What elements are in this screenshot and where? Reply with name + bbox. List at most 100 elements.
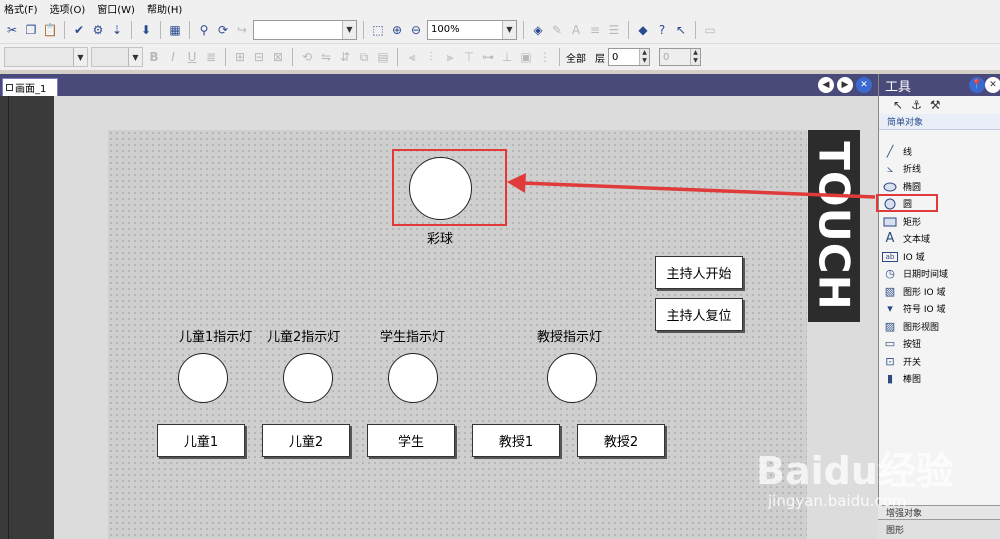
zoom-area-icon[interactable]: ⬚ — [370, 21, 386, 39]
window-icon[interactable]: ▭ — [702, 21, 718, 39]
goto-icon[interactable]: ↪ — [234, 21, 250, 39]
binoculars-icon[interactable]: ⚲ — [196, 21, 212, 39]
toolbar-separator — [292, 48, 293, 66]
align-bottom-icon[interactable]: ⊥ — [499, 48, 515, 66]
menu-help[interactable]: 帮助(H) — [147, 1, 182, 16]
tool-item-rectangle[interactable]: 矩形 — [882, 213, 921, 230]
screen-icon[interactable]: ▦ — [167, 21, 183, 39]
indicator-circle-child2[interactable] — [283, 353, 333, 403]
tool-item-switch[interactable]: ⊡ 开关 — [882, 353, 921, 370]
tool-item-datetime-field[interactable]: ◷ 日期时间域 — [882, 265, 948, 282]
indicator-circle-student[interactable] — [388, 353, 438, 403]
align-top-icon[interactable]: ⊤ — [461, 48, 477, 66]
align-middle-icon[interactable]: ⊶ — [480, 48, 496, 66]
compile-icon[interactable]: ⚙ — [90, 21, 106, 39]
tab-label: 画面_1 — [15, 84, 47, 95]
wrench-icon[interactable]: ⚒ — [930, 98, 941, 112]
italic-icon[interactable]: I — [165, 48, 181, 66]
menu-window[interactable]: 窗口(W) — [97, 1, 135, 16]
toolbar-separator — [397, 48, 398, 66]
tool-item-line[interactable]: ╱ 线 — [882, 143, 912, 160]
rotate-icon[interactable]: ⟲ — [299, 48, 315, 66]
transfer-icon[interactable]: ⇣ — [109, 21, 125, 39]
tab-next-icon[interactable]: ▶ — [837, 77, 853, 93]
order-icon[interactable]: ⧉ — [356, 48, 372, 66]
tab-screen-1[interactable]: 画面_1 — [2, 78, 58, 96]
caiqiu-label[interactable]: 彩球 — [427, 228, 453, 247]
zoom-out-icon[interactable]: ⊖ — [408, 21, 424, 39]
toolbar-separator — [559, 48, 560, 66]
menu-options[interactable]: 选项(O) — [50, 1, 86, 16]
align-center-icon[interactable]: ⫶ — [423, 48, 439, 66]
pointer-icon[interactable]: ↖ — [893, 98, 903, 112]
check-icon[interactable]: ✔ — [71, 21, 87, 39]
layer-stepper-2[interactable]: 0 ▲ ▼ — [659, 48, 701, 66]
button-host-reset[interactable]: 主持人复位 — [655, 298, 743, 331]
close-icon[interactable]: ✕ — [985, 77, 1000, 93]
mirror-icon[interactable]: ⇵ — [337, 48, 353, 66]
indicator-label-child1[interactable]: 儿童1指示灯 — [179, 326, 252, 345]
distribute-icon[interactable]: ⋮ — [537, 48, 553, 66]
group-icon[interactable]: ⊞ — [232, 48, 248, 66]
indicator-label-professor[interactable]: 教授指示灯 — [537, 326, 602, 345]
tool-item-graphic-io-field[interactable]: ▧ 图形 IO 域 — [882, 283, 946, 300]
object-select-dropdown[interactable]: ▼ — [253, 19, 357, 40]
align-left-icon[interactable]: ⫷ — [404, 48, 420, 66]
cut-icon[interactable]: ✂ — [4, 21, 20, 39]
switch-icon: ⊡ — [885, 355, 895, 368]
group-edit-icon[interactable]: ⊠ — [270, 48, 286, 66]
button-professor2[interactable]: 教授2 — [577, 424, 665, 457]
pin-icon[interactable]: 📍 — [969, 77, 985, 93]
tools-section-simple-objects[interactable]: 简单对象 — [879, 114, 1000, 130]
button-child1[interactable]: 儿童1 — [157, 424, 245, 457]
underline-icon[interactable]: U — [184, 48, 200, 66]
tool-item-bar[interactable]: ▮ 棒图 — [882, 370, 921, 387]
library-icon[interactable]: ◆ — [635, 21, 651, 39]
ungroup-icon[interactable]: ⊟ — [251, 48, 267, 66]
line-style-icon[interactable]: ≡ — [587, 21, 603, 39]
indicator-label-child2[interactable]: 儿童2指示灯 — [267, 326, 340, 345]
tool-item-button[interactable]: ▭ 按钮 — [882, 335, 921, 352]
toolbar-row-1: ✂ ❐ 📋 ✔ ⚙ ⇣ ⬇ ▦ ⚲ ⟳ ↪ ▼ ⬚ ⊕ ⊖ 100% ▼ ◈ ✎ … — [0, 16, 1000, 44]
indicator-circle-professor[interactable] — [547, 353, 597, 403]
button-student[interactable]: 学生 — [367, 424, 455, 457]
zoom-in-icon[interactable]: ⊕ — [389, 21, 405, 39]
same-size-icon[interactable]: ▣ — [518, 48, 534, 66]
indicator-label-student[interactable]: 学生指示灯 — [380, 326, 445, 345]
tools-section-graphics[interactable]: 图形 — [878, 519, 1000, 539]
button-child2[interactable]: 儿童2 — [262, 424, 350, 457]
line-width-icon[interactable]: ☰ — [606, 21, 622, 39]
tab-prev-icon[interactable]: ◀ — [818, 77, 834, 93]
button-host-start[interactable]: 主持人开始 — [655, 256, 743, 289]
tool-item-symbolic-io-field[interactable]: ▾ 符号 IO 域 — [882, 300, 945, 317]
object-icon[interactable]: ⚓ — [911, 98, 922, 112]
flip-icon[interactable]: ⇋ — [318, 48, 334, 66]
button-professor1[interactable]: 教授1 — [472, 424, 560, 457]
tool-item-polyline[interactable]: ⦣ 折线 — [882, 160, 921, 177]
tool-item-graphic-view[interactable]: ▨ 图形视图 — [882, 318, 939, 335]
font-size-dropdown[interactable]: ▼ — [91, 47, 143, 67]
indicator-circle-child1[interactable] — [178, 353, 228, 403]
menu-format[interactable]: 格式(F) — [4, 1, 38, 16]
help-pointer-icon[interactable]: ↖ — [673, 21, 689, 39]
tool-item-text-field[interactable]: A 文本域 — [882, 230, 930, 247]
tools-title: 工具 — [885, 79, 912, 95]
copy-icon[interactable]: ❐ — [23, 21, 39, 39]
download-icon[interactable]: ⬇ — [138, 21, 154, 39]
align-icon[interactable]: ≣ — [203, 48, 219, 66]
font-family-dropdown[interactable]: ▼ — [4, 47, 88, 67]
replace-icon[interactable]: ⟳ — [215, 21, 231, 39]
help-icon[interactable]: ? — [654, 21, 670, 39]
to-front-icon[interactable]: ▤ — [375, 48, 391, 66]
tool-item-io-field[interactable]: ab IO 域 — [882, 248, 925, 265]
tool-item-ellipse[interactable]: 椭圆 — [882, 178, 921, 195]
align-right-icon[interactable]: ⫸ — [442, 48, 458, 66]
zoom-dropdown[interactable]: 100% ▼ — [427, 19, 517, 40]
paste-icon[interactable]: 📋 — [42, 21, 58, 39]
tab-close-icon[interactable]: ✕ — [856, 77, 872, 93]
line-color-icon[interactable]: ✎ — [549, 21, 565, 39]
bold-icon[interactable]: B — [146, 48, 162, 66]
fill-color-icon[interactable]: ◈ — [530, 21, 546, 39]
font-color-icon[interactable]: A — [568, 21, 584, 39]
layer-stepper[interactable]: 0 ▲ ▼ — [608, 48, 650, 66]
